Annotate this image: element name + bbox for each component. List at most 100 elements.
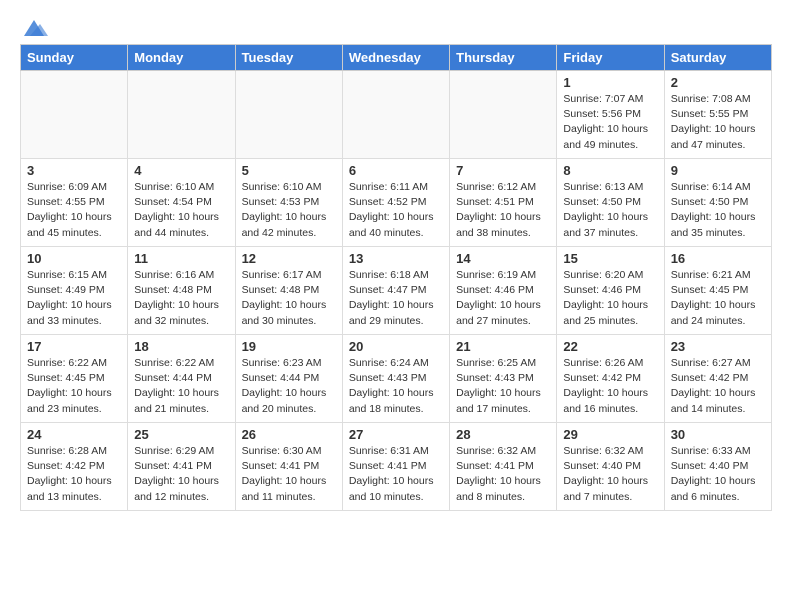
calendar-cell: 30 Sunrise: 6:33 AMSunset: 4:40 PMDayligh…	[664, 423, 771, 511]
day-number: 13	[349, 251, 443, 266]
day-number: 8	[563, 163, 657, 178]
weekday-header-tuesday: Tuesday	[235, 45, 342, 71]
day-info: Sunrise: 6:09 AMSunset: 4:55 PMDaylight:…	[27, 180, 121, 241]
day-number: 5	[242, 163, 336, 178]
day-info: Sunrise: 6:28 AMSunset: 4:42 PMDaylight:…	[27, 444, 121, 505]
weekday-header-thursday: Thursday	[450, 45, 557, 71]
day-info: Sunrise: 6:13 AMSunset: 4:50 PMDaylight:…	[563, 180, 657, 241]
day-info: Sunrise: 6:21 AMSunset: 4:45 PMDaylight:…	[671, 268, 765, 329]
calendar-cell: 13 Sunrise: 6:18 AMSunset: 4:47 PMDayligh…	[342, 247, 449, 335]
day-number: 27	[349, 427, 443, 442]
day-number: 24	[27, 427, 121, 442]
day-info: Sunrise: 7:07 AMSunset: 5:56 PMDaylight:…	[563, 92, 657, 153]
logo-icon	[20, 16, 44, 36]
weekday-header-saturday: Saturday	[664, 45, 771, 71]
day-number: 21	[456, 339, 550, 354]
day-number: 23	[671, 339, 765, 354]
day-info: Sunrise: 6:31 AMSunset: 4:41 PMDaylight:…	[349, 444, 443, 505]
calendar-cell	[21, 71, 128, 159]
calendar-cell: 26 Sunrise: 6:30 AMSunset: 4:41 PMDayligh…	[235, 423, 342, 511]
day-info: Sunrise: 6:10 AMSunset: 4:53 PMDaylight:…	[242, 180, 336, 241]
day-info: Sunrise: 6:33 AMSunset: 4:40 PMDaylight:…	[671, 444, 765, 505]
day-number: 25	[134, 427, 228, 442]
header-area	[20, 16, 772, 36]
day-number: 18	[134, 339, 228, 354]
day-info: Sunrise: 6:22 AMSunset: 4:44 PMDaylight:…	[134, 356, 228, 417]
day-info: Sunrise: 6:18 AMSunset: 4:47 PMDaylight:…	[349, 268, 443, 329]
logo	[20, 16, 48, 36]
day-info: Sunrise: 6:29 AMSunset: 4:41 PMDaylight:…	[134, 444, 228, 505]
day-number: 17	[27, 339, 121, 354]
calendar-cell: 23 Sunrise: 6:27 AMSunset: 4:42 PMDayligh…	[664, 335, 771, 423]
day-info: Sunrise: 6:20 AMSunset: 4:46 PMDaylight:…	[563, 268, 657, 329]
day-info: Sunrise: 6:16 AMSunset: 4:48 PMDaylight:…	[134, 268, 228, 329]
day-info: Sunrise: 6:10 AMSunset: 4:54 PMDaylight:…	[134, 180, 228, 241]
calendar-cell: 28 Sunrise: 6:32 AMSunset: 4:41 PMDayligh…	[450, 423, 557, 511]
calendar-cell: 11 Sunrise: 6:16 AMSunset: 4:48 PMDayligh…	[128, 247, 235, 335]
day-info: Sunrise: 6:15 AMSunset: 4:49 PMDaylight:…	[27, 268, 121, 329]
day-number: 7	[456, 163, 550, 178]
day-info: Sunrise: 6:24 AMSunset: 4:43 PMDaylight:…	[349, 356, 443, 417]
calendar-cell: 29 Sunrise: 6:32 AMSunset: 4:40 PMDayligh…	[557, 423, 664, 511]
calendar-cell: 12 Sunrise: 6:17 AMSunset: 4:48 PMDayligh…	[235, 247, 342, 335]
calendar-cell: 22 Sunrise: 6:26 AMSunset: 4:42 PMDayligh…	[557, 335, 664, 423]
day-number: 11	[134, 251, 228, 266]
calendar-cell: 19 Sunrise: 6:23 AMSunset: 4:44 PMDayligh…	[235, 335, 342, 423]
calendar-cell: 25 Sunrise: 6:29 AMSunset: 4:41 PMDayligh…	[128, 423, 235, 511]
calendar-table: SundayMondayTuesdayWednesdayThursdayFrid…	[20, 44, 772, 511]
calendar-cell: 5 Sunrise: 6:10 AMSunset: 4:53 PMDaylight…	[235, 159, 342, 247]
weekday-header-monday: Monday	[128, 45, 235, 71]
day-number: 30	[671, 427, 765, 442]
calendar-cell: 1 Sunrise: 7:07 AMSunset: 5:56 PMDaylight…	[557, 71, 664, 159]
calendar-cell: 7 Sunrise: 6:12 AMSunset: 4:51 PMDaylight…	[450, 159, 557, 247]
day-info: Sunrise: 6:17 AMSunset: 4:48 PMDaylight:…	[242, 268, 336, 329]
day-info: Sunrise: 6:11 AMSunset: 4:52 PMDaylight:…	[349, 180, 443, 241]
day-number: 16	[671, 251, 765, 266]
day-number: 1	[563, 75, 657, 90]
day-number: 14	[456, 251, 550, 266]
day-number: 28	[456, 427, 550, 442]
day-info: Sunrise: 6:19 AMSunset: 4:46 PMDaylight:…	[456, 268, 550, 329]
calendar-cell: 4 Sunrise: 6:10 AMSunset: 4:54 PMDaylight…	[128, 159, 235, 247]
day-number: 2	[671, 75, 765, 90]
calendar-cell: 24 Sunrise: 6:28 AMSunset: 4:42 PMDayligh…	[21, 423, 128, 511]
calendar-cell: 27 Sunrise: 6:31 AMSunset: 4:41 PMDayligh…	[342, 423, 449, 511]
calendar-cell: 6 Sunrise: 6:11 AMSunset: 4:52 PMDaylight…	[342, 159, 449, 247]
weekday-header-sunday: Sunday	[21, 45, 128, 71]
day-info: Sunrise: 6:27 AMSunset: 4:42 PMDaylight:…	[671, 356, 765, 417]
day-number: 22	[563, 339, 657, 354]
day-info: Sunrise: 6:12 AMSunset: 4:51 PMDaylight:…	[456, 180, 550, 241]
calendar-cell: 10 Sunrise: 6:15 AMSunset: 4:49 PMDayligh…	[21, 247, 128, 335]
calendar-cell: 18 Sunrise: 6:22 AMSunset: 4:44 PMDayligh…	[128, 335, 235, 423]
day-number: 12	[242, 251, 336, 266]
day-info: Sunrise: 6:22 AMSunset: 4:45 PMDaylight:…	[27, 356, 121, 417]
calendar-cell: 21Sunrise: 6:25 AMSunset: 4:43 PMDayligh…	[450, 335, 557, 423]
day-number: 9	[671, 163, 765, 178]
day-number: 3	[27, 163, 121, 178]
day-number: 6	[349, 163, 443, 178]
calendar-cell: 20 Sunrise: 6:24 AMSunset: 4:43 PMDayligh…	[342, 335, 449, 423]
calendar-cell: 3 Sunrise: 6:09 AMSunset: 4:55 PMDaylight…	[21, 159, 128, 247]
day-info: Sunrise: 6:26 AMSunset: 4:42 PMDaylight:…	[563, 356, 657, 417]
day-number: 29	[563, 427, 657, 442]
calendar-cell: 14 Sunrise: 6:19 AMSunset: 4:46 PMDayligh…	[450, 247, 557, 335]
calendar-cell: 17 Sunrise: 6:22 AMSunset: 4:45 PMDayligh…	[21, 335, 128, 423]
day-number: 19	[242, 339, 336, 354]
day-info: Sunrise: 6:30 AMSunset: 4:41 PMDaylight:…	[242, 444, 336, 505]
calendar-cell	[235, 71, 342, 159]
day-number: 10	[27, 251, 121, 266]
day-number: 4	[134, 163, 228, 178]
day-number: 20	[349, 339, 443, 354]
day-number: 26	[242, 427, 336, 442]
weekday-header-friday: Friday	[557, 45, 664, 71]
calendar-cell	[128, 71, 235, 159]
day-info: Sunrise: 6:23 AMSunset: 4:44 PMDaylight:…	[242, 356, 336, 417]
calendar-cell	[450, 71, 557, 159]
calendar-cell: 8 Sunrise: 6:13 AMSunset: 4:50 PMDaylight…	[557, 159, 664, 247]
day-info: Sunrise: 7:08 AMSunset: 5:55 PMDaylight:…	[671, 92, 765, 153]
calendar-cell: 16 Sunrise: 6:21 AMSunset: 4:45 PMDayligh…	[664, 247, 771, 335]
calendar-cell: 2 Sunrise: 7:08 AMSunset: 5:55 PMDaylight…	[664, 71, 771, 159]
weekday-header-wednesday: Wednesday	[342, 45, 449, 71]
day-info: Sunrise: 6:32 AMSunset: 4:40 PMDaylight:…	[563, 444, 657, 505]
day-info: Sunrise: 6:32 AMSunset: 4:41 PMDaylight:…	[456, 444, 550, 505]
